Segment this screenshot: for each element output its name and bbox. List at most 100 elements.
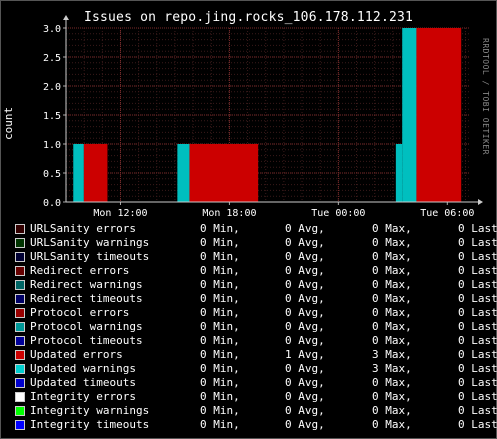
legend-label: Redirect timeouts — [30, 292, 143, 305]
updated-errors-bar — [83, 144, 108, 202]
legend-max: 0 Max, — [372, 236, 412, 249]
legend-label: Updated timeouts — [30, 376, 136, 389]
legend-max: 0 Max, — [372, 222, 412, 235]
legend-min: 0 Min, — [200, 404, 240, 417]
y-tick-label: 0.0 — [43, 198, 61, 209]
legend-swatch — [15, 238, 25, 248]
legend-avg: 0 Avg, — [285, 376, 325, 389]
legend-swatch — [15, 336, 25, 346]
legend-max: 0 Max, — [372, 404, 412, 417]
legend-max: 0 Max, — [372, 278, 412, 291]
legend-row: Updated errors 0 Min, 1 Avg, 3 Max, 0 Last — [0, 348, 497, 362]
legend-last: 0 Last — [458, 292, 497, 305]
updated-errors-bar — [189, 144, 259, 202]
chart-area: 0.0 0.5 1.0 1.5 2.0 2.5 3.0 Mon 12:00 Mon 18:00 T… — [43, 15, 483, 219]
x-tick-label: Mon 12:00 — [93, 208, 147, 219]
legend-label: Protocol warnings — [30, 320, 143, 333]
legend-label: Redirect warnings — [30, 278, 143, 291]
legend-last: 0 Last — [458, 278, 497, 291]
legend-label: Integrity errors — [30, 390, 136, 403]
legend-last: 0 Last — [458, 320, 497, 333]
legend-row: Integrity warnings 0 Min, 0 Avg, 0 Max, 0 La… — [0, 404, 497, 418]
legend-last: 0 Last — [458, 236, 497, 249]
legend-row: Updated warnings 0 Min, 0 Avg, 3 Max, 0 Last — [0, 362, 497, 376]
legend-row: URLSanity errors 0 Min, 0 Avg, 0 Max, 0 Last — [0, 222, 497, 236]
legend-label: Integrity timeouts — [30, 418, 150, 431]
legend-max: 0 Max, — [372, 306, 412, 319]
legend-avg: 0 Avg, — [285, 334, 325, 347]
legend-last: 0 Last — [458, 334, 497, 347]
legend-max: 3 Max, — [372, 348, 412, 361]
legend-row: Protocol errors 0 Min, 0 Avg, 0 Max, 0 Last — [0, 306, 497, 320]
legend-min: 0 Min, — [200, 292, 240, 305]
legend-avg: 0 Avg, — [285, 362, 325, 375]
legend-swatch — [15, 420, 25, 430]
legend-row: Protocol timeouts 0 Min, 0 Avg, 0 Max, 0 Las… — [0, 334, 497, 348]
legend-last: 0 Last — [458, 376, 497, 389]
legend-label: Redirect errors — [30, 264, 130, 277]
legend-swatch — [15, 364, 25, 374]
legend-row: Integrity timeouts 0 Min, 0 Avg, 0 Max, 0 La… — [0, 418, 497, 432]
legend-last: 0 Last — [458, 348, 497, 361]
legend-avg: 0 Avg, — [285, 264, 325, 277]
legend-avg: 0 Avg, — [285, 418, 325, 431]
legend-label: Protocol timeouts — [30, 334, 143, 347]
legend-last: 0 Last — [458, 306, 497, 319]
legend-min: 0 Min, — [200, 222, 240, 235]
x-tick-label: Tue 06:00 — [420, 208, 474, 219]
updated-warnings-bar — [177, 144, 190, 202]
legend-label: Protocol errors — [30, 306, 130, 319]
legend-swatch — [15, 378, 25, 388]
legend-row: Redirect timeouts 0 Min, 0 Avg, 0 Max, 0 Las… — [0, 292, 497, 306]
legend-last: 0 Last — [458, 404, 497, 417]
legend-min: 0 Min, — [200, 376, 240, 389]
legend-min: 0 Min, — [200, 264, 240, 277]
legend-min: 0 Min, — [200, 390, 240, 403]
legend-swatch — [15, 392, 25, 402]
y-tick-label: 3.0 — [43, 24, 61, 35]
legend-avg: 0 Avg, — [285, 278, 325, 291]
legend-label: Integrity warnings — [30, 404, 150, 417]
legend-min: 0 Min, — [200, 418, 240, 431]
updated-warnings-bar — [402, 28, 417, 202]
legend-row: Integrity errors 0 Min, 0 Avg, 0 Max, 0 Last — [0, 390, 497, 404]
legend-max: 0 Max, — [372, 390, 412, 403]
legend-label: Updated errors — [30, 348, 123, 361]
legend-label: URLSanity timeouts — [30, 250, 150, 263]
legend-row: URLSanity timeouts 0 Min, 0 Avg, 0 Max, 0 La… — [0, 250, 497, 264]
legend-row: Redirect errors 0 Min, 0 Avg, 0 Max, 0 Last — [0, 264, 497, 278]
legend-max: 0 Max, — [372, 418, 412, 431]
legend-swatch — [15, 252, 25, 262]
legend-last: 0 Last — [458, 264, 497, 277]
y-tick-label: 2.5 — [43, 53, 61, 64]
legend-max: 0 Max, — [372, 334, 412, 347]
legend-swatch — [15, 308, 25, 318]
legend-row: URLSanity warnings 0 Min, 0 Avg, 0 Max, 0 La… — [0, 236, 497, 250]
x-tick-label: Mon 18:00 — [202, 208, 256, 219]
legend-avg: 1 Avg, — [285, 348, 325, 361]
updated-warnings-bar — [73, 144, 84, 202]
legend-row: Updated timeouts 0 Min, 0 Avg, 0 Max, 0 Last — [0, 376, 497, 390]
legend-last: 0 Last — [458, 222, 497, 235]
legend-max: 0 Max, — [372, 250, 412, 263]
legend-swatch — [15, 266, 25, 276]
y-tick-label: 1.0 — [43, 140, 61, 151]
x-tick-label: Tue 00:00 — [311, 208, 365, 219]
y-tick-label: 0.5 — [43, 169, 61, 180]
legend-max: 0 Max, — [372, 376, 412, 389]
legend-avg: 0 Avg, — [285, 236, 325, 249]
legend-min: 0 Min, — [200, 362, 240, 375]
legend-avg: 0 Avg, — [285, 250, 325, 263]
legend-last: 0 Last — [458, 418, 497, 431]
legend-min: 0 Min, — [200, 334, 240, 347]
legend-avg: 0 Avg, — [285, 390, 325, 403]
legend-min: 0 Min, — [200, 320, 240, 333]
legend-max: 0 Max, — [372, 292, 412, 305]
legend-min: 0 Min, — [200, 250, 240, 263]
legend-max: 0 Max, — [372, 264, 412, 277]
updated-errors-bar — [416, 28, 462, 202]
legend-max: 3 Max, — [372, 362, 412, 375]
legend-min: 0 Min, — [200, 306, 240, 319]
legend-avg: 0 Avg, — [285, 306, 325, 319]
legend-last: 0 Last — [458, 362, 497, 375]
